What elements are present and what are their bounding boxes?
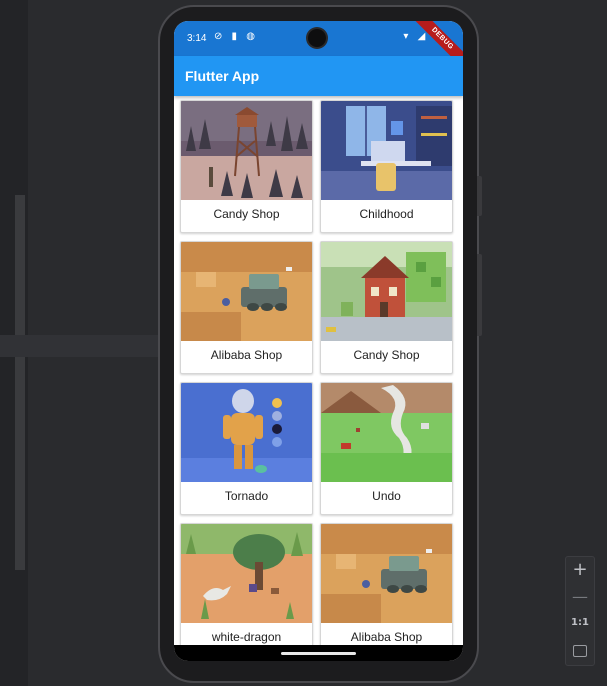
grid-card[interactable]: Childhood <box>320 100 453 233</box>
astronaut-figure-icon <box>181 383 312 482</box>
grid-card[interactable]: Tornado <box>180 382 313 515</box>
grid-card[interactable]: Undo <box>320 382 453 515</box>
grid-card[interactable]: Alibaba Shop <box>180 241 313 374</box>
grid-card[interactable]: Candy Shop <box>320 241 453 374</box>
card-label: Candy Shop <box>213 207 280 221</box>
tornado-field-icon <box>321 383 452 482</box>
tank-desert-icon <box>181 242 312 341</box>
tank-desert-icon <box>321 524 452 623</box>
power-button[interactable] <box>477 176 482 216</box>
brick-house-icon <box>321 242 452 341</box>
grid-card[interactable]: white-dragon <box>180 523 313 656</box>
home-indicator[interactable] <box>281 652 356 655</box>
grid-card[interactable]: Alibaba Shop <box>320 523 453 656</box>
desk-room-icon <box>321 101 452 200</box>
card-label: Alibaba Shop <box>210 348 283 362</box>
phone-screen: 3:14 ⊘ ▮ ◍ ▾ ◢ ▮ DEBUG Flutter App Candy… <box>174 21 463 661</box>
app-bar-title: Flutter App <box>185 68 260 84</box>
card-label: Alibaba Shop <box>350 630 423 644</box>
zoom-controls: + — 1:1 <box>565 556 595 666</box>
card-label: Tornado <box>224 489 269 503</box>
card-label: white-dragon <box>211 630 282 644</box>
card-label: Candy Shop <box>353 348 420 362</box>
ide-selected-row <box>0 335 160 357</box>
zoom-actual-size-button[interactable]: 1:1 <box>566 617 594 628</box>
frame-icon <box>573 645 587 657</box>
camera-cutout <box>308 29 326 47</box>
notification-icons: ⊘ ▮ ◍ <box>214 31 258 42</box>
status-time: 3:14 <box>187 33 207 44</box>
card-label: Undo <box>372 489 401 503</box>
grid-card[interactable]: Candy Shop <box>180 100 313 233</box>
tree-dragon-icon <box>181 524 312 623</box>
app-bar: Flutter App <box>174 56 463 96</box>
fit-screen-button[interactable] <box>566 641 594 659</box>
volume-button[interactable] <box>477 254 482 336</box>
water-tower-forest-icon <box>181 101 312 200</box>
zoom-out-button[interactable]: — <box>566 587 594 606</box>
status-bar: 3:14 ⊘ ▮ ◍ ▾ ◢ ▮ DEBUG <box>174 21 463 76</box>
ide-scrollbar[interactable] <box>15 195 25 570</box>
zoom-in-button[interactable]: + <box>566 559 594 580</box>
card-label: Childhood <box>359 207 414 221</box>
